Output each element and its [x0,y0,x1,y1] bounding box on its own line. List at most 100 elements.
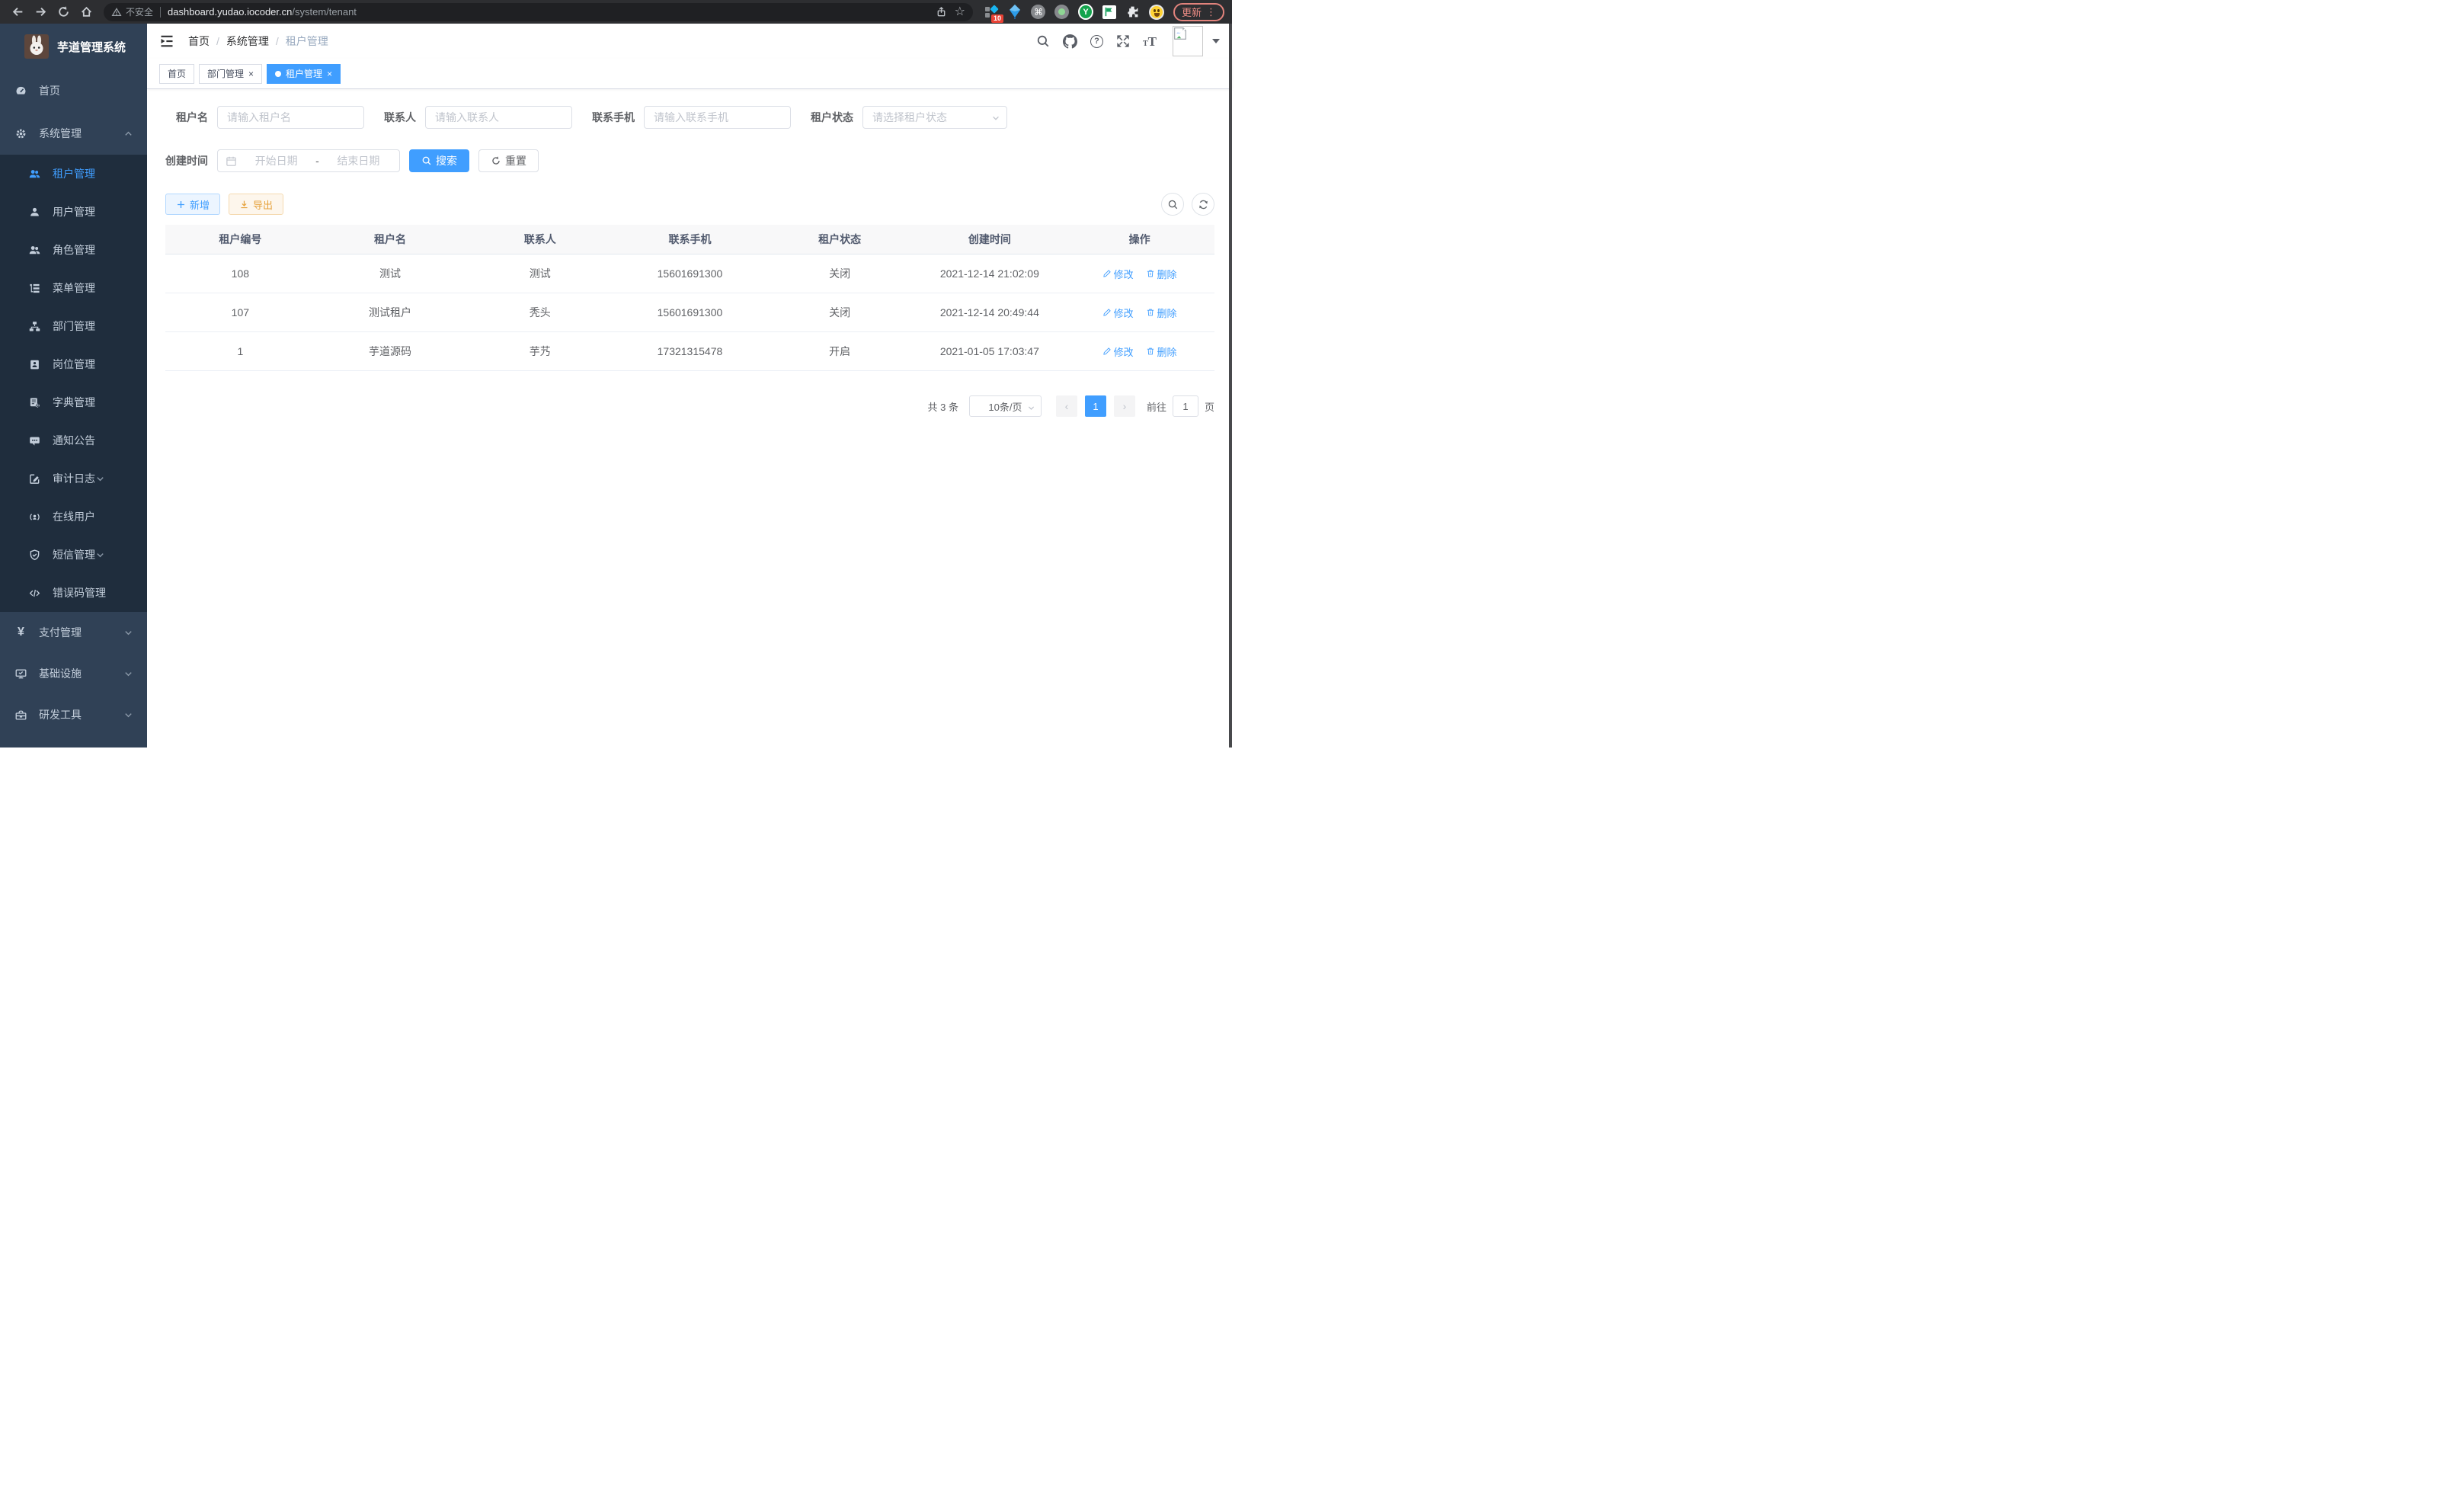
app-logo[interactable]: 芋道管理系统 [0,24,147,69]
chevron-up-icon [123,129,133,139]
col-tenant-id: 租户编号 [165,225,315,255]
extension-balloon[interactable] [1007,5,1022,20]
sidebar-item-label: 租户管理 [53,166,95,181]
sidebar-item-home[interactable]: 首页 [0,69,147,112]
chrome-menu-icon[interactable]: ⋮ [1206,6,1216,18]
sidebar-item-sms[interactable]: 短信管理 [0,536,147,574]
tab-dept[interactable]: 部门管理 [199,64,262,84]
extension-flag[interactable] [1102,5,1117,20]
audit-log-icon [29,473,40,485]
refresh-table-button[interactable] [1192,193,1214,216]
code-icon [29,587,40,599]
refresh-icon [1198,199,1209,210]
font-size-button[interactable] [1143,35,1157,48]
next-page-button[interactable] [1114,395,1135,417]
sidebar-collapse-button[interactable] [159,33,176,50]
tab-close-icon[interactable] [248,69,254,79]
status-text: 关闭 [765,255,915,293]
security-indicator[interactable]: 不安全 [111,5,153,18]
delete-button[interactable]: 删除 [1146,267,1177,281]
sidebar-item-dev-tools[interactable]: 研发工具 [0,694,147,735]
sidebar-item-menu[interactable]: 菜单管理 [0,269,147,307]
filter-label: 租户状态 [811,110,853,125]
sidebar-item-audit-log[interactable]: 审计日志 [0,459,147,498]
header-search-button[interactable] [1036,34,1050,48]
sidebar-item-dept[interactable]: 部门管理 [0,307,147,345]
sidebar-item-dict[interactable]: 字典管理 [0,383,147,421]
edit-button[interactable]: 修改 [1102,306,1134,320]
browser-home-button[interactable] [76,2,96,22]
prev-page-button[interactable] [1056,395,1077,417]
tab-tenant[interactable]: 租户管理 [267,64,341,84]
total-count: 共 3 条 [928,399,958,414]
sidebar-item-error-code[interactable]: 错误码管理 [0,574,147,612]
badge-icon [29,359,40,370]
share-button[interactable] [936,6,947,18]
balloon-icon [1009,5,1021,19]
status-select[interactable] [862,106,1007,129]
sidebar-item-system[interactable]: 系统管理 [0,112,147,155]
col-created: 创建时间 [915,225,1065,255]
page-1-button[interactable]: 1 [1085,395,1106,417]
tab-close-icon[interactable] [327,69,332,79]
export-button[interactable]: 导出 [229,194,283,215]
page-size-select[interactable]: 10条/页 [969,395,1042,417]
emoji-avatar-icon [1149,5,1164,20]
sidebar-item-label: 系统管理 [39,126,123,141]
bookmark-star-icon[interactable]: ☆ [955,6,965,18]
sidebar-item-pay[interactable]: ¥ 支付管理 [0,612,147,653]
breadcrumb-current: 租户管理 [286,34,328,49]
edit-button[interactable]: 修改 [1102,267,1134,281]
add-button[interactable]: 新增 [165,194,220,215]
address-bar[interactable]: 不安全 dashboard.yudao.iocoder.cn/system/te… [104,3,973,21]
chrome-update-button[interactable]: 更新 ⋮ [1173,3,1224,21]
browser-back-button[interactable] [8,2,27,22]
sidebar-item-infra[interactable]: 基础设施 [0,653,147,694]
sidebar-item-role[interactable]: 角色管理 [0,231,147,269]
extensions-menu[interactable] [1125,5,1141,20]
tenant-name-input[interactable] [217,106,364,129]
fullscreen-button[interactable] [1116,34,1130,48]
tab-home[interactable]: 首页 [159,64,194,84]
refresh-icon [491,155,501,166]
sidebar-item-post[interactable]: 岗位管理 [0,345,147,383]
fullscreen-icon [1116,34,1130,48]
contact-input[interactable] [425,106,572,129]
y-logo-icon: Y [1078,4,1093,20]
phone-input[interactable] [644,106,791,129]
github-link[interactable] [1063,34,1077,49]
browser-forward-button[interactable] [30,2,50,22]
reset-button[interactable]: 重置 [478,149,539,172]
extension-tampermonkey[interactable]: 10 [984,5,999,20]
status-select-input[interactable] [862,106,1007,129]
profile-avatar[interactable] [1149,5,1164,20]
sidebar-item-tenant[interactable]: 租户管理 [0,155,147,193]
extension-recorder[interactable] [1054,5,1070,20]
show-search-toggle-button[interactable] [1161,193,1184,216]
sidebar-item-notice[interactable]: 通知公告 [0,421,147,459]
filter-label: 租户名 [165,110,208,125]
sidebar-item-user[interactable]: 用户管理 [0,193,147,231]
goto-page-input[interactable] [1173,395,1198,417]
breadcrumb-system[interactable]: 系统管理 [226,34,269,49]
delete-button[interactable]: 删除 [1146,344,1177,359]
breadcrumb-home[interactable]: 首页 [188,34,210,49]
filter-label: 联系人 [384,110,416,125]
delete-button[interactable]: 删除 [1146,306,1177,320]
breadcrumb: 首页 / 系统管理 / 租户管理 [188,34,328,49]
user-menu[interactable] [1173,26,1220,56]
avatar[interactable] [1173,26,1203,56]
edit-button[interactable]: 修改 [1102,344,1134,359]
search-button[interactable]: 搜索 [409,149,469,172]
date-range-picker[interactable]: 开始日期 - 结束日期 [217,149,400,172]
sidebar-item-label: 岗位管理 [53,357,95,372]
browser-reload-button[interactable] [53,2,73,22]
extension-y-app[interactable]: Y [1078,5,1093,20]
col-contact: 联系人 [465,225,615,255]
help-button[interactable] [1090,35,1103,48]
extension-command[interactable]: ⌘ [1031,5,1046,20]
sidebar-item-online-user[interactable]: 在线用户 [0,498,147,536]
omnibox-divider [160,7,161,18]
status-text: 关闭 [765,293,915,332]
sidebar-item-label: 字典管理 [53,395,95,410]
